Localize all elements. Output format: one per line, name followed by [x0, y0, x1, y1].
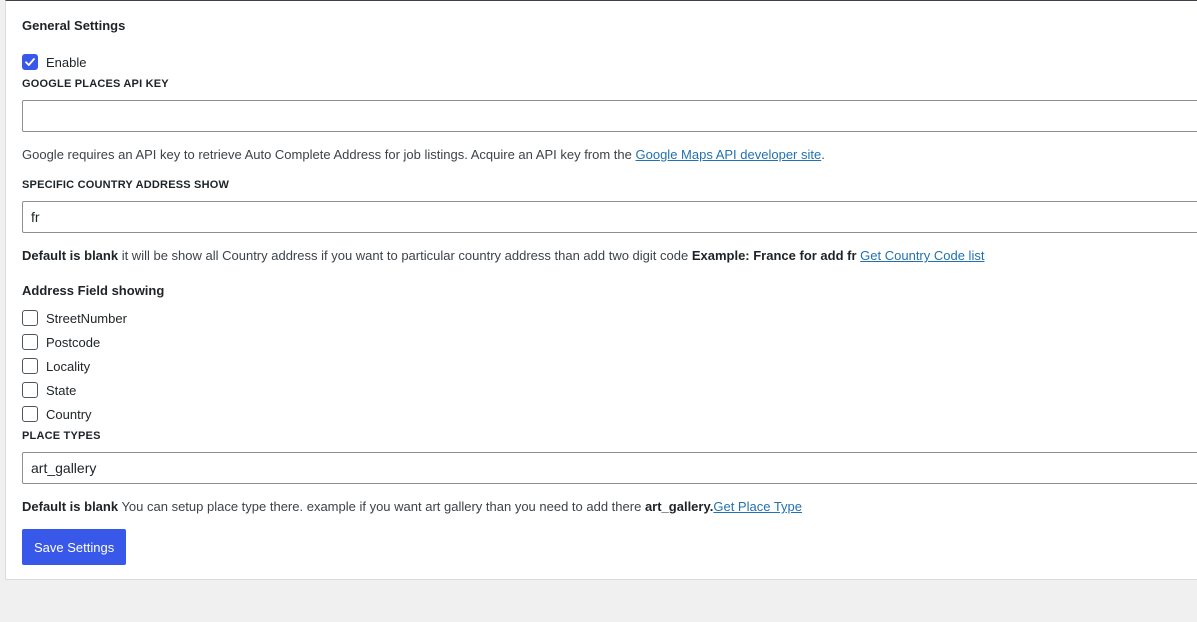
state-label: State — [46, 382, 77, 398]
country-help: Default is blank it will be show all Cou… — [22, 248, 984, 263]
country-label: SPECIFIC COUNTRY ADDRESS SHOW — [22, 179, 230, 191]
enable-label: Enable — [46, 54, 87, 70]
postcode-checkbox[interactable] — [22, 334, 38, 350]
state-checkbox-row[interactable]: State — [22, 381, 76, 399]
api-key-input[interactable] — [22, 100, 1197, 132]
settings-panel: General Settings Enable GOOGLE PLACES AP… — [5, 0, 1197, 580]
postcode-checkbox-row[interactable]: Postcode — [22, 333, 100, 351]
place-types-label: PLACE TYPES — [22, 430, 101, 442]
api-key-help-after: . — [821, 147, 825, 162]
place-types-help: Default is blank You can setup place typ… — [22, 499, 802, 514]
api-key-help-text: Google requires an API key to retrieve A… — [22, 147, 636, 162]
locality-checkbox[interactable] — [22, 358, 38, 374]
streetnumber-label: StreetNumber — [46, 310, 127, 326]
country-code-list-link[interactable]: Get Country Code list — [860, 248, 984, 263]
place-types-help-example: art_gallery. — [644, 499, 714, 514]
section-title: General Settings — [22, 18, 126, 33]
postcode-label: Postcode — [46, 334, 101, 350]
streetnumber-checkbox-row[interactable]: StreetNumber — [22, 309, 127, 327]
get-place-type-link[interactable]: Get Place Type — [713, 499, 802, 514]
enable-checkbox-row[interactable]: Enable — [22, 53, 86, 71]
country-help-example: Example: France for add fr — [691, 248, 857, 263]
country-input[interactable] — [22, 201, 1197, 233]
place-types-help-text: You can setup place type there. example … — [118, 499, 645, 514]
checkmark-icon — [25, 58, 35, 66]
enable-checkbox[interactable] — [22, 54, 38, 70]
google-maps-developer-link[interactable]: Google Maps API developer site — [636, 147, 822, 162]
place-types-help-default: Default is blank — [22, 499, 119, 514]
country-checkbox[interactable] — [22, 406, 38, 422]
streetnumber-checkbox[interactable] — [22, 310, 38, 326]
country-checkbox-label: Country — [46, 406, 92, 422]
country-help-text: it will be show all Country address if y… — [118, 248, 692, 263]
api-key-label: GOOGLE PLACES API KEY — [22, 78, 169, 90]
country-help-default: Default is blank — [22, 248, 119, 263]
save-settings-button[interactable]: Save Settings — [22, 529, 127, 565]
state-checkbox[interactable] — [22, 382, 38, 398]
locality-label: Locality — [46, 358, 91, 374]
locality-checkbox-row[interactable]: Locality — [22, 357, 90, 375]
place-types-input[interactable] — [22, 452, 1197, 484]
country-checkbox-row[interactable]: Country — [22, 405, 92, 423]
api-key-help: Google requires an API key to retrieve A… — [22, 147, 825, 162]
address-fields-title: Address Field showing — [22, 283, 165, 298]
